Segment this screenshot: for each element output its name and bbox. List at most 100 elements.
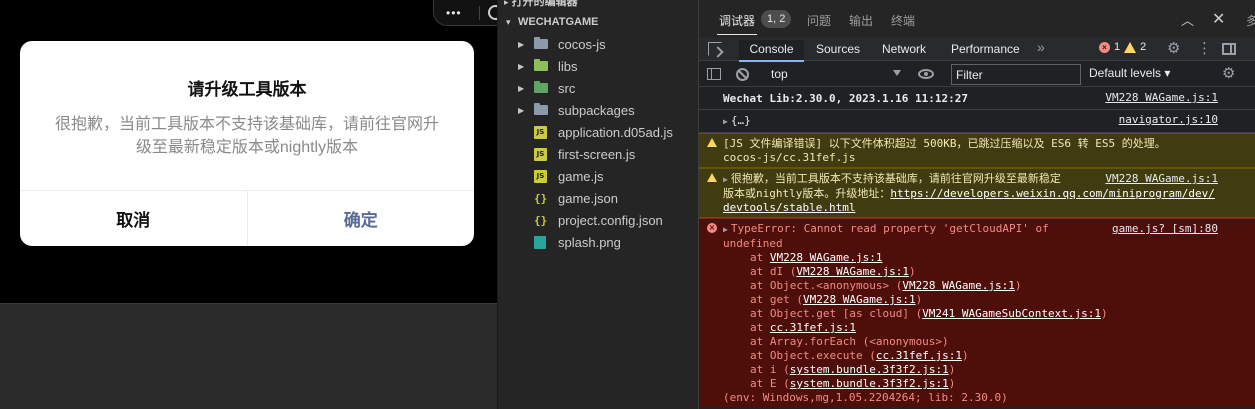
- tree-item-project-config-json[interactable]: {} project.config.json: [498, 209, 698, 231]
- sidebar-toggle-icon[interactable]: [707, 68, 721, 80]
- project-section-header[interactable]: ▾ WECHATGAME: [498, 12, 698, 32]
- more-icon[interactable]: •••: [446, 7, 462, 19]
- tab-performance[interactable]: Performance: [951, 40, 1020, 58]
- warning-text: 版本或nightly版本。升级地址：: [723, 187, 891, 200]
- expand-arrow-icon[interactable]: ▶: [723, 175, 728, 184]
- tree-item-game-json[interactable]: {} game.json: [498, 187, 698, 209]
- stack-trace: at VM228 WAGame.js:1 at dI (VM228 WAGame.…: [723, 251, 1219, 391]
- stack-frame-text: at Object.get [as cloud] (: [750, 307, 923, 320]
- cancel-button[interactable]: 取消: [20, 191, 248, 246]
- tab-terminal[interactable]: 终端: [891, 12, 915, 29]
- tab-output[interactable]: 输出: [849, 12, 873, 29]
- tab-console[interactable]: Console: [739, 40, 804, 62]
- inspect-element-icon[interactable]: [708, 42, 722, 56]
- json-file-icon: {}: [534, 213, 548, 227]
- stack-frame-text: at i (: [750, 363, 790, 376]
- js-file-icon: JS: [534, 147, 547, 161]
- stack-frame-text: ): [948, 363, 956, 376]
- tab-network[interactable]: Network: [882, 40, 926, 58]
- tab-sources[interactable]: Sources: [816, 40, 860, 58]
- capsule-divider: [479, 6, 480, 20]
- confirm-button[interactable]: 确定: [248, 191, 475, 246]
- error-icon: ×: [1099, 41, 1110, 53]
- stack-frame-link[interactable]: VM228 WAGame.js:1: [902, 279, 1015, 292]
- stack-frame-link[interactable]: cc.31fef.js:1: [876, 349, 962, 362]
- source-link[interactable]: navigator.js:10: [1119, 113, 1218, 127]
- log-levels-select[interactable]: Default levels ▾: [1089, 66, 1170, 80]
- tree-item-splash-png[interactable]: splash.png: [498, 231, 698, 253]
- error-text: TypeError: Cannot read property 'getClou…: [730, 222, 1049, 235]
- stack-frame-link[interactable]: system.bundle.3f3f2.js:1: [790, 363, 949, 376]
- mini-program-capsule[interactable]: •••: [433, 0, 497, 26]
- tree-item-application-js[interactable]: JS application.d05ad.js: [498, 121, 698, 143]
- devtools-tab-bar: Console Sources Network Performance » × …: [699, 38, 1255, 62]
- tree-item-libs[interactable]: ▶ libs: [498, 55, 698, 77]
- tree-item-cocos-js[interactable]: ▶ cocos-js: [498, 33, 698, 55]
- maximize-panel-icon[interactable]: ︿: [1181, 10, 1194, 29]
- caret-down-icon: [893, 70, 901, 76]
- stack-frame: at Object.get [as cloud] (VM241 WAGameSu…: [723, 307, 1219, 321]
- env-info: (env: Windows,mg,1.05.2204264; lib: 2.30…: [723, 391, 1008, 404]
- expand-arrow-icon[interactable]: ▶: [723, 225, 728, 234]
- open-editors-label: 打开的编辑器: [511, 0, 578, 8]
- gear-icon[interactable]: ⚙: [1167, 39, 1180, 57]
- chevron-right-icon: ▶: [518, 105, 525, 115]
- tree-item-game-js[interactable]: JS game.js: [498, 165, 698, 187]
- dock-side-icon[interactable]: [1222, 43, 1236, 55]
- tree-item-label: subpackages: [558, 102, 635, 118]
- image-file-icon: [534, 235, 546, 249]
- tab-debugger[interactable]: 调试器: [716, 12, 758, 35]
- upgrade-url-link[interactable]: https://developers.weixin.qq.com/minipro…: [890, 187, 1215, 200]
- stack-frame-link[interactable]: cc.31fef.js:1: [770, 321, 856, 334]
- chevron-right-icon: ▶: [518, 61, 525, 71]
- tab-overflow[interactable]: 多: [1246, 12, 1255, 29]
- folder-icon: [534, 103, 548, 115]
- exit-icon[interactable]: [488, 5, 497, 20]
- more-tabs-button[interactable]: »: [1037, 38, 1045, 56]
- upgrade-url-link[interactable]: devtools/stable.html: [723, 201, 855, 214]
- simulator-bottom-area: [0, 303, 497, 409]
- issues-counter[interactable]: × 1 2: [1099, 41, 1146, 53]
- warning-text: cocos-js/cc.31fef.js: [723, 151, 856, 164]
- stack-frame-link[interactable]: VM241 WAGameSubContext.js:1: [922, 307, 1101, 320]
- source-link[interactable]: game.js? [sm]:80: [1112, 222, 1218, 236]
- stack-frame-text: at E (: [750, 377, 790, 390]
- source-link[interactable]: VM228 WAGame.js:1: [1105, 91, 1218, 105]
- stack-frame-link[interactable]: VM228 WAGame.js:1: [796, 265, 909, 278]
- context-select[interactable]: top: [763, 65, 909, 84]
- warning-icon: [707, 138, 717, 147]
- clear-console-icon[interactable]: [736, 68, 749, 81]
- tree-item-first-screen-js[interactable]: JS first-screen.js: [498, 143, 698, 165]
- menu-dots-icon[interactable]: ⋮: [1197, 39, 1212, 57]
- stack-frame-link[interactable]: VM228 WAGame.js:1: [803, 293, 916, 306]
- open-editors-header[interactable]: ▸ 打开的编辑器: [504, 0, 578, 9]
- stack-frame: at dI (VM228 WAGame.js:1): [723, 265, 1219, 279]
- gear-icon[interactable]: ⚙: [1222, 64, 1235, 82]
- tree-item-label: project.config.json: [558, 212, 663, 228]
- tree-item-label: src: [558, 80, 576, 96]
- stack-frame-link[interactable]: system.bundle.3f3f2.js:1: [790, 377, 949, 390]
- tree-item-label: first-screen.js: [558, 146, 636, 162]
- stack-frame-text: at Object.<anonymous> (: [750, 279, 903, 292]
- tree-item-label: game.js: [558, 168, 604, 184]
- project-section-title: WECHATGAME: [518, 16, 599, 28]
- console-warning: [JS 文件编译错误] 以下文件体积超过 500KB，已跳过压缩以及 ES6 转…: [699, 133, 1255, 168]
- stack-frame-link[interactable]: VM228 WAGame.js:1: [770, 251, 883, 264]
- console-message[interactable]: ▶ {…} navigator.js:10: [699, 110, 1255, 133]
- tree-item-label: application.d05ad.js: [558, 124, 673, 140]
- tree-item-src[interactable]: ▶ src: [498, 77, 698, 99]
- json-file-icon: {}: [534, 191, 548, 205]
- expand-arrow-icon[interactable]: ▶: [723, 117, 728, 126]
- chevron-down-icon: ▾: [506, 16, 511, 27]
- message-object[interactable]: {…}: [731, 114, 751, 127]
- tree-item-label: libs: [558, 58, 578, 74]
- stack-frame: at Object.<anonymous> (VM228 WAGame.js:1…: [723, 279, 1219, 293]
- close-icon[interactable]: ✕: [1212, 9, 1225, 29]
- tab-problems[interactable]: 问题: [807, 12, 831, 29]
- devtools-panel: 调试器 1, 2 问题 输出 终端 ︿ ✕ 多 Console Sources …: [698, 0, 1255, 409]
- stack-frame-text: ): [915, 293, 923, 306]
- source-link[interactable]: VM228 WAGame.js:1: [1105, 172, 1218, 186]
- tree-item-subpackages[interactable]: ▶ subpackages: [498, 99, 698, 121]
- filter-input[interactable]: [951, 64, 1081, 85]
- eye-icon[interactable]: [918, 69, 934, 79]
